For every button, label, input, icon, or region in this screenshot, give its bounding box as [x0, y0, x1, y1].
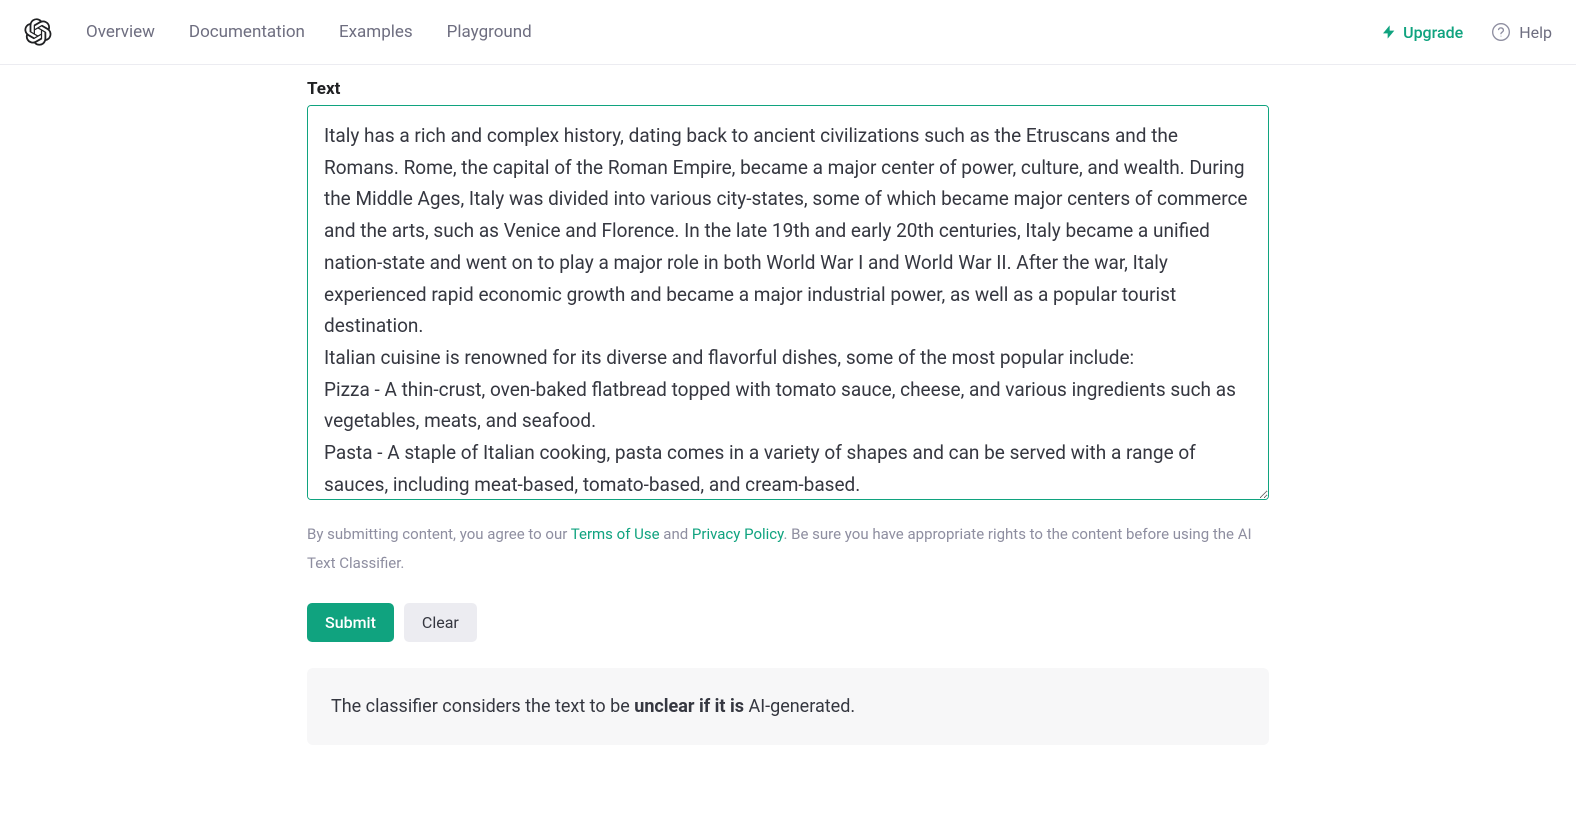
header-right: Upgrade Help: [1381, 22, 1552, 42]
nav-documentation[interactable]: Documentation: [189, 22, 305, 42]
clear-button[interactable]: Clear: [404, 603, 477, 642]
main-container: Text By submitting content, you agree to…: [287, 65, 1289, 785]
help-link[interactable]: Help: [1491, 22, 1552, 42]
button-row: Submit Clear: [307, 603, 1269, 642]
submit-button[interactable]: Submit: [307, 603, 394, 642]
text-input[interactable]: [307, 105, 1269, 500]
lightning-icon: [1381, 24, 1397, 40]
disclaimer-prefix: By submitting content, you agree to our: [307, 525, 571, 543]
openai-logo-icon[interactable]: [24, 18, 52, 46]
result-box: The classifier considers the text to be …: [307, 668, 1269, 745]
disclaimer: By submitting content, you agree to our …: [307, 520, 1269, 579]
textarea-wrapper: [307, 105, 1269, 504]
disclaimer-and: and: [660, 525, 692, 543]
privacy-link[interactable]: Privacy Policy: [692, 525, 784, 543]
result-bold: unclear if it is: [634, 696, 748, 717]
terms-link[interactable]: Terms of Use: [571, 525, 660, 543]
header-left: Overview Documentation Examples Playgrou…: [24, 18, 532, 46]
result-suffix: AI-generated.: [748, 696, 855, 717]
nav-examples[interactable]: Examples: [339, 22, 413, 42]
upgrade-label: Upgrade: [1403, 23, 1463, 42]
text-label: Text: [307, 79, 1269, 99]
upgrade-link[interactable]: Upgrade: [1381, 23, 1463, 42]
nav-overview[interactable]: Overview: [86, 22, 155, 42]
help-label: Help: [1519, 23, 1552, 42]
app-header: Overview Documentation Examples Playgrou…: [0, 0, 1576, 65]
nav-playground[interactable]: Playground: [447, 22, 532, 42]
result-prefix: The classifier considers the text to be: [331, 696, 634, 717]
help-icon: [1491, 22, 1511, 42]
